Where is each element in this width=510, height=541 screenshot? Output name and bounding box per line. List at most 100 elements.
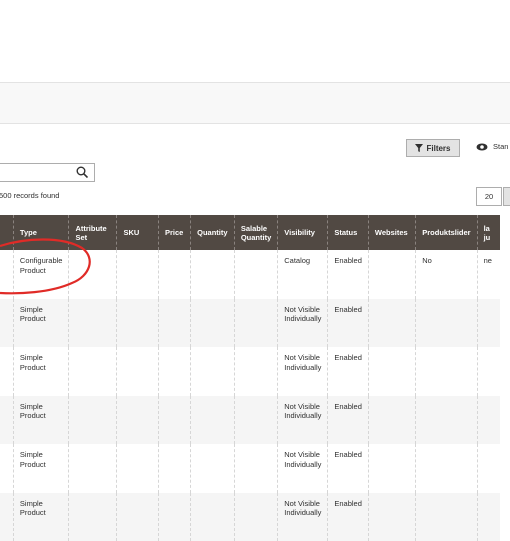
cell-truncated — [477, 396, 500, 445]
cell-salable-quantity — [234, 396, 277, 445]
cell-type: Simple Product — [13, 347, 69, 396]
cell-select[interactable] — [0, 396, 13, 445]
column-header-produktslider[interactable]: Produktslider — [416, 215, 477, 250]
cell-produktslider — [416, 299, 477, 348]
cell-truncated — [477, 347, 500, 396]
cell-salable-quantity — [234, 347, 277, 396]
cell-produktslider — [416, 396, 477, 445]
cell-quantity — [191, 250, 235, 299]
per-page-dropdown-button[interactable] — [503, 187, 510, 206]
cell-price — [159, 493, 191, 541]
cell-price — [159, 347, 191, 396]
filters-button[interactable]: Filters — [406, 139, 460, 157]
column-header-status[interactable]: Status — [328, 215, 369, 250]
cell-sku — [117, 396, 159, 445]
cell-type: Simple Product — [13, 444, 69, 493]
cell-type: Simple Product — [13, 396, 69, 445]
cell-select[interactable] — [0, 347, 13, 396]
cell-attribute-set — [69, 493, 117, 541]
cell-produktslider — [416, 444, 477, 493]
cell-quantity — [191, 444, 235, 493]
eye-icon — [476, 143, 488, 151]
column-header-truncated[interactable]: la ju — [477, 215, 500, 250]
cell-sku — [117, 347, 159, 396]
column-header-type[interactable]: Type — [13, 215, 69, 250]
column-header-salable-quantity[interactable]: Salable Quantity — [234, 215, 277, 250]
cell-type: Simple Product — [13, 299, 69, 348]
cell-sku — [117, 299, 159, 348]
cell-visibility: Not Visible Individually — [278, 444, 328, 493]
column-header-select[interactable] — [0, 215, 13, 250]
product-grid: Type Attribute Set SKU Price Quantity Sa… — [0, 215, 500, 541]
view-selector[interactable]: Stan — [476, 142, 508, 151]
cell-produktslider — [416, 493, 477, 541]
cell-websites — [368, 299, 415, 348]
cell-websites — [368, 493, 415, 541]
column-header-websites[interactable]: Websites — [368, 215, 415, 250]
table-row[interactable]: Simple Product Not Visible Individually … — [0, 493, 500, 541]
cell-attribute-set — [69, 250, 117, 299]
per-page-select[interactable]: 20 — [476, 187, 502, 206]
column-header-sku[interactable]: SKU — [117, 215, 159, 250]
cell-status: Enabled — [328, 396, 369, 445]
cell-salable-quantity — [234, 250, 277, 299]
column-header-visibility[interactable]: Visibility — [278, 215, 328, 250]
cell-quantity — [191, 347, 235, 396]
column-header-price[interactable]: Price — [159, 215, 191, 250]
cell-attribute-set — [69, 396, 117, 445]
cell-truncated — [477, 444, 500, 493]
cell-attribute-set — [69, 299, 117, 348]
cell-attribute-set — [69, 347, 117, 396]
cell-sku — [117, 444, 159, 493]
column-header-quantity[interactable]: Quantity — [191, 215, 235, 250]
cell-quantity — [191, 396, 235, 445]
cell-sku — [117, 493, 159, 541]
cell-sku — [117, 250, 159, 299]
cell-type: Simple Product — [13, 493, 69, 541]
cell-quantity — [191, 493, 235, 541]
cell-truncated: ne — [477, 250, 500, 299]
cell-websites — [368, 347, 415, 396]
cell-visibility: Not Visible Individually — [278, 299, 328, 348]
cell-produktslider — [416, 347, 477, 396]
keyword-search-input[interactable] — [0, 163, 95, 182]
filters-label: Filters — [426, 144, 450, 153]
cell-truncated — [477, 493, 500, 541]
cell-visibility: Catalog — [278, 250, 328, 299]
table-row[interactable]: Simple Product Not Visible Individually … — [0, 444, 500, 493]
page-actions-bar — [0, 82, 510, 124]
cell-produktslider: No — [416, 250, 477, 299]
table-row[interactable]: Configurable Product Catalog Enabled No … — [0, 250, 500, 299]
cell-visibility: Not Visible Individually — [278, 396, 328, 445]
table-row[interactable]: Simple Product Not Visible Individually … — [0, 299, 500, 348]
cell-truncated — [477, 299, 500, 348]
search-icon[interactable] — [76, 166, 88, 178]
column-header-attribute-set[interactable]: Attribute Set — [69, 215, 117, 250]
cell-status: Enabled — [328, 493, 369, 541]
grid-header-row: Type Attribute Set SKU Price Quantity Sa… — [0, 215, 500, 250]
cell-price — [159, 299, 191, 348]
filter-icon — [415, 144, 423, 152]
cell-status: Enabled — [328, 250, 369, 299]
cell-price — [159, 250, 191, 299]
table-row[interactable]: Simple Product Not Visible Individually … — [0, 347, 500, 396]
cell-select[interactable] — [0, 444, 13, 493]
cell-price — [159, 444, 191, 493]
view-label: Stan — [493, 142, 508, 151]
table-row[interactable]: Simple Product Not Visible Individually … — [0, 396, 500, 445]
cell-type: Configurable Product — [13, 250, 69, 299]
records-found-count: 500 records found — [0, 191, 59, 200]
cell-status: Enabled — [328, 347, 369, 396]
cell-quantity — [191, 299, 235, 348]
page-header-area — [0, 0, 510, 82]
cell-select[interactable] — [0, 493, 13, 541]
cell-websites — [368, 444, 415, 493]
cell-status: Enabled — [328, 444, 369, 493]
cell-visibility: Not Visible Individually — [278, 347, 328, 396]
cell-attribute-set — [69, 444, 117, 493]
cell-select[interactable] — [0, 299, 13, 348]
cell-salable-quantity — [234, 493, 277, 541]
cell-salable-quantity — [234, 299, 277, 348]
cell-price — [159, 396, 191, 445]
cell-select[interactable] — [0, 250, 13, 299]
